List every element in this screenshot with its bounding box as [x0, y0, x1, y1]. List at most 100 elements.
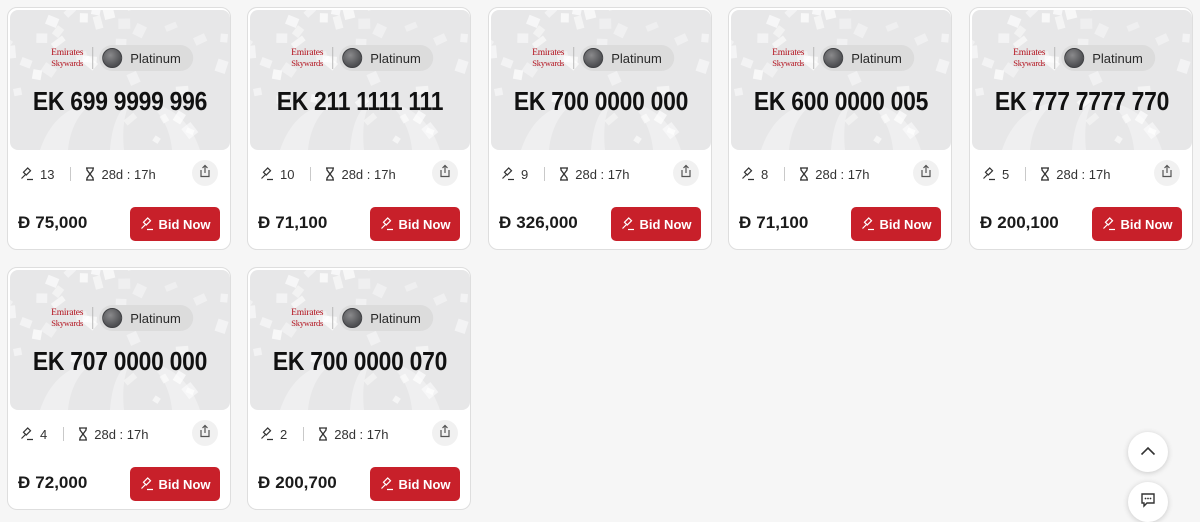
medal-icon — [342, 308, 363, 328]
tier-badge: Platinum — [339, 45, 433, 71]
scroll-to-top-button[interactable] — [1128, 432, 1168, 472]
pattern-leaf — [118, 278, 131, 289]
brand-row: Emirates Skywards Platinum — [47, 44, 193, 72]
pattern-leaf — [366, 330, 381, 346]
tier-badge: Platinum — [820, 45, 914, 71]
currency-symbol: Đ — [499, 213, 512, 232]
pattern-leaf — [1041, 13, 1050, 23]
pattern-leaf — [152, 395, 161, 404]
pattern-leaf — [342, 270, 356, 281]
pattern-leaf — [404, 21, 418, 32]
current-price: Đ 200,700 — [258, 473, 337, 493]
brand-row: Emirates Skywards Platinum — [528, 44, 674, 72]
pattern-leaf — [975, 87, 985, 97]
number-card[interactable]: Emirates Skywards Platinum EK 707 0000 00… — [7, 267, 231, 510]
chat-button[interactable] — [1128, 482, 1168, 522]
pattern-leaf — [253, 87, 263, 97]
pattern-leaf — [45, 14, 60, 28]
time-left: 28d : 17h — [334, 426, 389, 442]
number-card[interactable]: Emirates Skywards Platinum EK 699 9999 99… — [7, 7, 231, 250]
pattern-leaf — [914, 33, 929, 46]
pattern-leaf — [1052, 10, 1064, 16]
bid-now-button[interactable]: Bid Now — [1092, 207, 1182, 241]
time-left: 28d : 17h — [1056, 166, 1111, 182]
membership-number: EK 699 9999 996 — [32, 86, 208, 116]
pattern-leaf — [813, 15, 825, 30]
pattern-leaf — [271, 329, 283, 341]
bid-now-button[interactable]: Bid Now — [611, 207, 701, 241]
gavel-icon — [260, 167, 274, 181]
pattern-leaf — [63, 10, 77, 18]
pattern-leaf — [253, 347, 263, 357]
pattern-leaf — [303, 10, 317, 18]
card-meta: 2 28d : 17h — [260, 422, 458, 446]
hourglass-icon — [85, 167, 95, 181]
number-card[interactable]: Emirates Skywards Platinum EK 777 7777 77… — [969, 7, 1193, 250]
pattern-leaf — [1025, 10, 1039, 18]
share-button[interactable] — [913, 160, 939, 186]
gavel-icon — [501, 167, 515, 181]
share-button[interactable] — [432, 420, 458, 446]
pattern-leaf — [839, 18, 852, 29]
bid-now-label: Bid Now — [158, 216, 211, 232]
hourglass-icon — [318, 427, 328, 441]
pattern-leaf — [695, 58, 710, 74]
pattern-leaf — [885, 21, 899, 32]
share-icon — [438, 164, 452, 183]
share-button[interactable] — [192, 160, 218, 186]
bid-now-button[interactable]: Bid Now — [370, 467, 460, 501]
pattern-leaf — [526, 14, 541, 28]
pattern-leaf — [79, 13, 88, 23]
membership-number: EK 600 0000 005 — [753, 86, 929, 116]
pattern-leaf — [63, 270, 77, 278]
pattern-leaf — [366, 70, 381, 86]
share-button[interactable] — [432, 160, 458, 186]
currency-symbol: Đ — [18, 473, 31, 492]
bid-count: 2 — [280, 426, 288, 442]
number-card[interactable]: Emirates Skywards Platinum EK 700 0000 07… — [247, 267, 471, 510]
bid-now-label: Bid Now — [398, 476, 451, 492]
pattern-leaf — [1094, 22, 1109, 39]
number-card[interactable]: Emirates Skywards Platinum EK 211 1111 11… — [247, 7, 471, 250]
bid-now-button[interactable]: Bid Now — [851, 207, 941, 241]
current-price: Đ 72,000 — [18, 473, 87, 493]
share-icon — [679, 164, 693, 183]
time-left: 28d : 17h — [101, 166, 156, 182]
price-value: 75,000 — [35, 213, 88, 232]
price-value: 326,000 — [516, 213, 578, 232]
pattern-leaf — [79, 273, 88, 283]
number-card[interactable]: Emirates Skywards Platinum EK 700 0000 00… — [488, 7, 712, 250]
bid-now-button[interactable]: Bid Now — [130, 207, 220, 241]
emirates-skywards-logo: Emirates Skywards — [1013, 48, 1046, 68]
background-pattern — [731, 10, 950, 150]
share-button[interactable] — [1154, 160, 1180, 186]
card-hero: Emirates Skywards Platinum EK 700 0000 07… — [250, 270, 470, 410]
bid-now-button[interactable]: Bid Now — [130, 467, 220, 501]
bid-now-label: Bid Now — [1120, 216, 1173, 232]
pattern-leaf — [1088, 10, 1097, 11]
pattern-leaf — [607, 10, 616, 11]
pattern-leaf — [847, 10, 856, 11]
card-meta: 10 28d : 17h — [260, 162, 458, 186]
share-button[interactable] — [192, 420, 218, 446]
bid-now-button[interactable]: Bid Now — [370, 207, 460, 241]
pattern-leaf — [613, 22, 628, 39]
current-price: Đ 200,100 — [980, 213, 1059, 233]
pattern-leaf — [366, 270, 375, 271]
pattern-leaf — [1080, 18, 1093, 29]
pattern-leaf — [972, 45, 979, 59]
gavel-icon — [140, 477, 154, 491]
gavel-icon — [1102, 217, 1116, 231]
share-button[interactable] — [673, 160, 699, 186]
pattern-leaf — [259, 317, 273, 329]
pattern-leaf — [993, 69, 1005, 81]
brand-row: Emirates Skywards Platinum — [287, 44, 433, 72]
pattern-leaf — [757, 33, 769, 44]
pattern-leaf — [45, 274, 60, 288]
number-card[interactable]: Emirates Skywards Platinum EK 600 0000 00… — [728, 7, 952, 250]
divider — [573, 47, 575, 69]
emirates-skywards-logo: Emirates Skywards — [532, 48, 565, 68]
pattern-leaf — [276, 293, 288, 304]
membership-number: EK 700 0000 070 — [272, 346, 448, 376]
meta-divider — [784, 167, 786, 181]
